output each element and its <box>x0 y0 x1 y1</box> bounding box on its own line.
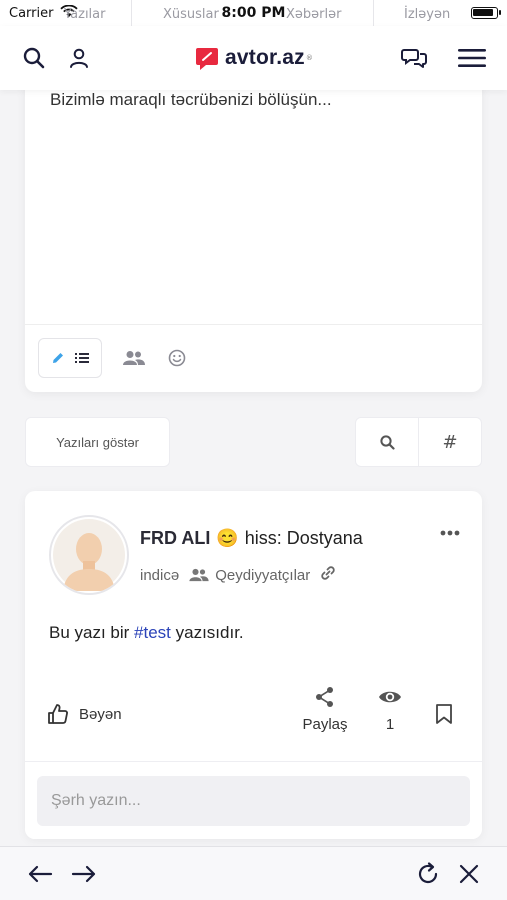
post-text-start: Bu yazı bir <box>49 623 135 642</box>
post-time[interactable]: indicə <box>140 567 179 584</box>
composer-toolbar <box>38 338 197 378</box>
search-icon <box>379 434 395 450</box>
like-label: Bəyən <box>79 705 122 723</box>
feed-filter-group: # <box>355 417 482 467</box>
like-button[interactable]: Bəyən <box>47 703 122 725</box>
thumbs-up-icon <box>48 704 68 724</box>
close-button[interactable] <box>455 860 483 888</box>
show-posts-button[interactable]: Yazıları göstər <box>25 417 170 467</box>
logo-text: avtor.az <box>225 46 305 69</box>
close-icon <box>459 864 479 884</box>
smiling-face-icon: 😊 <box>216 528 239 548</box>
profile-button[interactable] <box>65 44 93 72</box>
comment-area <box>25 761 482 839</box>
bookmark-icon <box>436 704 452 724</box>
default-avatar-icon <box>53 519 125 591</box>
share-label: Paylaş <box>302 716 348 733</box>
reload-icon <box>418 862 438 884</box>
chat-bubbles-icon <box>401 49 427 68</box>
back-button[interactable] <box>26 860 54 888</box>
comment-input[interactable] <box>37 776 470 826</box>
hamburger-icon <box>458 49 486 67</box>
users-icon <box>123 351 145 365</box>
post-content: Bu yazı bir #test yazısıdır. <box>49 623 244 643</box>
share-icon <box>316 687 333 707</box>
list-icon <box>75 353 89 363</box>
feed-search-button[interactable] <box>356 418 418 466</box>
post-author-line: FRD ALI 😊 hiss: Dostyana <box>140 528 363 549</box>
site-logo[interactable]: avtor.az ® <box>195 44 313 72</box>
bookmark-button[interactable] <box>435 703 453 729</box>
post-composer[interactable]: Bizimlə maraqlı təcrübənizi bölüşün... <box>25 68 482 392</box>
post-text-end: yazısıdır. <box>170 623 244 642</box>
pencil-icon <box>53 353 63 363</box>
permalink-button[interactable] <box>320 565 336 585</box>
search-icon <box>23 47 45 69</box>
composer-divider <box>25 324 482 325</box>
users-icon <box>189 568 209 582</box>
post-meta: indicə Qeydiyyatçılar <box>140 565 336 585</box>
arrow-left-icon <box>28 865 53 883</box>
text-format-toggle[interactable] <box>38 338 102 378</box>
status-time: 8:00 PM <box>221 5 286 21</box>
post-audience: Qeydiyyatçılar <box>189 567 310 584</box>
forward-button[interactable] <box>70 860 98 888</box>
logo-registered: ® <box>305 54 313 62</box>
post-card: FRD ALI 😊 hiss: Dostyana indicə Qeydiyya… <box>25 491 482 839</box>
arrow-right-icon <box>71 865 96 883</box>
audience-button[interactable] <box>114 338 154 378</box>
post-options-button[interactable] <box>440 521 460 540</box>
user-icon <box>70 48 88 68</box>
logo-mark-icon <box>195 46 219 70</box>
menu-button[interactable] <box>457 44 487 72</box>
link-icon <box>321 566 335 580</box>
views-counter: 1 <box>375 686 405 733</box>
smiley-icon <box>168 349 186 367</box>
feed-filters: Yazıları göstər # <box>25 417 482 467</box>
messages-button[interactable] <box>400 44 428 72</box>
eye-icon <box>379 691 401 703</box>
avatar[interactable] <box>49 515 129 595</box>
battery-icon <box>471 7 501 19</box>
composer-placeholder[interactable]: Bizimlə maraqlı təcrübənizi bölüşün... <box>50 90 332 110</box>
browser-toolbar <box>0 846 507 900</box>
audience-label: Qeydiyyatçılar <box>215 566 311 584</box>
hashtag-link[interactable]: #test <box>134 623 171 642</box>
share-button[interactable]: Paylaş <box>298 686 352 733</box>
search-button[interactable] <box>20 44 48 72</box>
author-name[interactable]: FRD ALI <box>140 528 210 549</box>
emoji-button[interactable] <box>157 338 197 378</box>
feeling-label: hiss: Dostyana <box>244 528 363 548</box>
status-bar: Carrier Yazılar Xüsuslar Xəbərlər İzləyə… <box>0 0 507 26</box>
views-count: 1 <box>385 716 395 733</box>
app-header: avtor.az ® <box>0 26 507 90</box>
hashtag-filter-button[interactable]: # <box>418 418 481 466</box>
more-dots-icon <box>440 530 460 536</box>
reload-button[interactable] <box>414 860 442 888</box>
post-actions: Bəyən Paylaş 1 <box>25 681 482 761</box>
